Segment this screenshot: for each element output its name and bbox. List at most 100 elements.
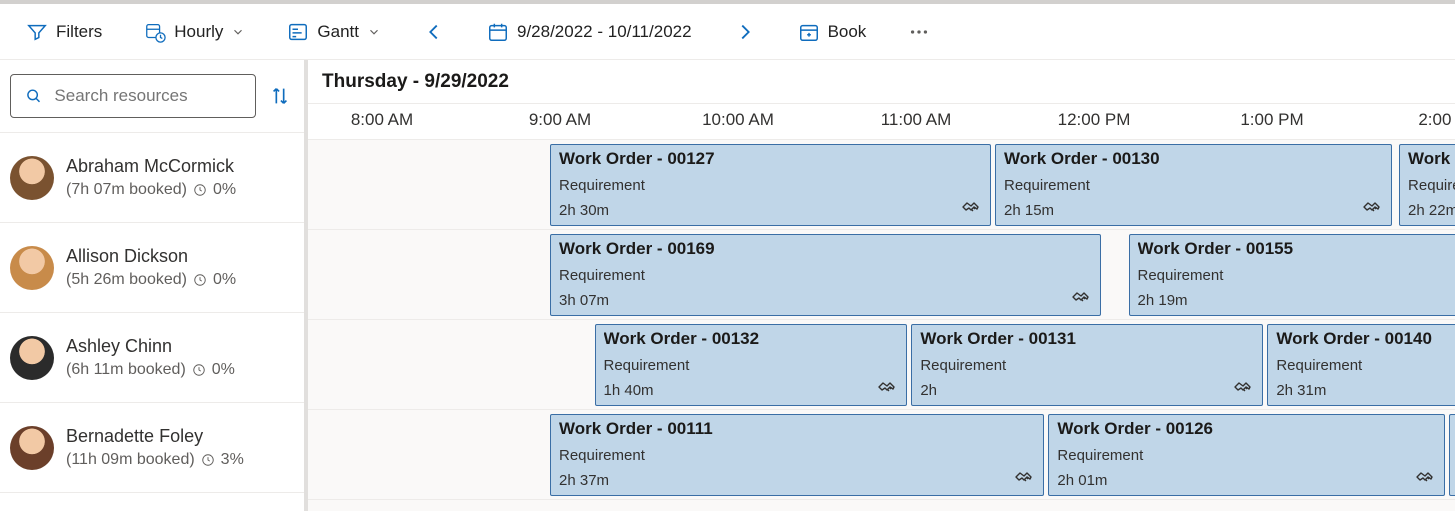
booking-block[interactable]: Work Order - 00126 Requirement 2h 01m: [1048, 414, 1445, 496]
resource-meta: (5h 26m booked) 0%: [66, 271, 236, 289]
resource-list: Abraham McCormick (7h 07m booked) 0% All…: [0, 133, 304, 511]
main: Abraham McCormick (7h 07m booked) 0% All…: [0, 60, 1455, 511]
booking-duration: 2h 19m: [1138, 292, 1455, 309]
handshake-icon: [1414, 465, 1438, 489]
booking-block[interactable]: Work Order - 00155 Requirement 2h 19m: [1129, 234, 1455, 316]
view-mode-dropdown[interactable]: Hourly: [138, 17, 251, 47]
search-box[interactable]: [10, 74, 256, 118]
booking-block[interactable]: Work Order - 00132 Requirement 1h 40m: [595, 324, 908, 406]
avatar: [10, 336, 54, 380]
resource-name: Ashley Chinn: [66, 336, 235, 357]
hour-label: 9:00 AM: [529, 110, 591, 130]
booking-duration: 2h 30m: [559, 202, 982, 219]
booking-subtitle: Requirement: [1057, 447, 1436, 464]
resource-row[interactable]: Allison Dickson (5h 26m booked) 0%: [0, 223, 304, 313]
booking-subtitle: Requirement: [920, 357, 1254, 374]
booking-subtitle: Requirement: [604, 357, 899, 374]
booking-block[interactable]: Work Order - 00140 Requirement 2h 31m: [1267, 324, 1455, 406]
clock-icon: [192, 363, 206, 377]
handshake-icon: [1013, 465, 1037, 489]
booking-title: Work Order - 00132: [604, 329, 899, 349]
booking-duration: 2h 15m: [1004, 202, 1383, 219]
timeline-pane: Thursday - 9/29/2022 8:00 AM 9:00 AM 10:00…: [308, 60, 1455, 511]
hour-label: 8:00 AM: [351, 110, 413, 130]
search-input[interactable]: [52, 85, 241, 107]
booking-duration: 2h: [920, 382, 1254, 399]
booking-block[interactable]: Work Order - 00131 Requirement 2h: [911, 324, 1263, 406]
search-row: [0, 60, 304, 133]
clock-icon: [193, 183, 207, 197]
handshake-icon: [1070, 285, 1094, 309]
date-prev-button[interactable]: [417, 17, 451, 47]
timeline-row: Work Order - 00127 Requirement 2h 30m Wo…: [308, 140, 1455, 230]
date-header: Thursday - 9/29/2022: [308, 60, 1455, 104]
filters-label: Filters: [56, 22, 102, 42]
book-button[interactable]: Book: [792, 17, 873, 47]
resource-row[interactable]: Ashley Chinn (6h 11m booked) 0%: [0, 313, 304, 403]
resource-pane: Abraham McCormick (7h 07m booked) 0% All…: [0, 60, 308, 511]
booking-subtitle: Requirement: [1138, 267, 1455, 284]
date-next-button[interactable]: [728, 17, 762, 47]
resource-meta: (6h 11m booked) 0%: [66, 361, 235, 379]
booking-title: Work Order - 00127: [559, 149, 982, 169]
booking-title: Work Order - 00141: [1408, 149, 1455, 169]
resource-info: Abraham McCormick (7h 07m booked) 0%: [66, 156, 236, 199]
book-icon: [798, 21, 820, 43]
handshake-icon: [1361, 195, 1385, 219]
toolbar: Filters Hourly Gantt: [0, 4, 1455, 60]
booking-block[interactable]: Work Order - 00111 Requirement 2h 37m: [550, 414, 1044, 496]
booking-title: Work Order - 00155: [1138, 239, 1455, 259]
booking-duration: 1h 40m: [604, 382, 899, 399]
date-label: Thursday - 9/29/2022: [322, 71, 509, 93]
booking-duration: 3h 07m: [559, 292, 1092, 309]
booking-subtitle: Requirement: [559, 267, 1092, 284]
hour-label: 12:00 PM: [1058, 110, 1131, 130]
date-range-button[interactable]: 9/28/2022 - 10/11/2022: [481, 17, 698, 47]
hour-label: 10:00 AM: [702, 110, 774, 130]
filters-button[interactable]: Filters: [20, 17, 108, 47]
view-mode-label: Hourly: [174, 22, 223, 42]
booking-block[interactable]: Work Order - 00130 Requirement 2h 15m: [995, 144, 1392, 226]
avatar: [10, 246, 54, 290]
resource-row[interactable]: Bernadette Foley (11h 09m booked) 3%: [0, 403, 304, 493]
more-icon: [908, 21, 930, 43]
booking-block[interactable]: Work Order - 00145 Requirement 3h 31m: [1449, 414, 1455, 496]
booking-subtitle: Requirement: [1408, 177, 1455, 194]
layout-mode-label: Gantt: [317, 22, 359, 42]
resource-booked: (7h 07m booked): [66, 181, 187, 199]
hour-label: 2:00 PM: [1418, 110, 1455, 130]
booking-duration: 2h 22m: [1408, 202, 1455, 219]
booking-block[interactable]: Work Order - 00141 Requirement 2h 22m: [1399, 144, 1455, 226]
resource-meta: (11h 09m booked) 3%: [66, 451, 244, 469]
layout-mode-dropdown[interactable]: Gantt: [281, 17, 387, 47]
booking-title: Work Order - 00169: [559, 239, 1092, 259]
hour-header: 8:00 AM9:00 AM10:00 AM11:00 AM12:00 PM1:…: [308, 104, 1455, 140]
booking-block[interactable]: Work Order - 00169 Requirement 3h 07m: [550, 234, 1101, 316]
handshake-icon: [1232, 375, 1256, 399]
booking-block[interactable]: Work Order - 00127 Requirement 2h 30m: [550, 144, 991, 226]
calendar-icon: [487, 21, 509, 43]
more-button[interactable]: [902, 17, 936, 47]
resource-info: Ashley Chinn (6h 11m booked) 0%: [66, 336, 235, 379]
booking-subtitle: Requirement: [559, 447, 1035, 464]
chevron-right-icon: [734, 21, 756, 43]
resource-info: Allison Dickson (5h 26m booked) 0%: [66, 246, 236, 289]
booking-subtitle: Requirement: [1276, 357, 1455, 374]
resource-name: Allison Dickson: [66, 246, 236, 267]
hour-label: 11:00 AM: [881, 110, 952, 130]
chevron-down-icon: [231, 21, 245, 43]
sort-button[interactable]: [266, 82, 294, 110]
filter-icon: [26, 21, 48, 43]
handshake-icon: [960, 195, 984, 219]
resource-utilization: 0%: [212, 361, 235, 379]
booking-title: Work Order - 00111: [559, 419, 1035, 439]
booking-subtitle: Requirement: [559, 177, 982, 194]
date-range-label: 9/28/2022 - 10/11/2022: [517, 22, 692, 42]
booking-duration: 2h 31m: [1276, 382, 1455, 399]
resource-booked: (6h 11m booked): [66, 361, 186, 379]
booking-subtitle: Requirement: [1004, 177, 1383, 194]
resource-row[interactable]: Abraham McCormick (7h 07m booked) 0%: [0, 133, 304, 223]
chevron-down-icon: [367, 21, 381, 43]
clock-calendar-icon: [144, 21, 166, 43]
sort-icon: [269, 85, 291, 107]
